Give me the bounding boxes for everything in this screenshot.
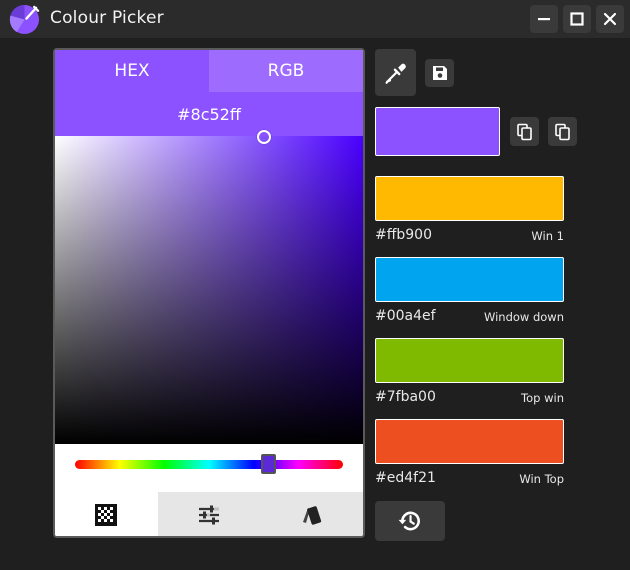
saved-colour-name: Window down bbox=[483, 310, 564, 324]
copy-icon bbox=[554, 123, 570, 140]
title-bar: Colour Picker bbox=[0, 0, 630, 38]
saturation-value-area[interactable] bbox=[55, 130, 363, 444]
eyedropper-button[interactable] bbox=[375, 49, 416, 96]
saved-colour-hex: #00a4ef bbox=[375, 308, 436, 324]
tab-gradient-picker[interactable] bbox=[55, 492, 158, 536]
history-icon bbox=[398, 511, 420, 531]
saved-colour-name: Win Top bbox=[519, 472, 564, 486]
maximize-icon bbox=[570, 12, 584, 26]
app-logo-icon bbox=[9, 4, 40, 35]
tab-swatches[interactable] bbox=[260, 492, 363, 536]
save-icon bbox=[432, 66, 447, 80]
swatches-icon bbox=[302, 506, 321, 525]
hue-slider-zone bbox=[55, 444, 363, 492]
minimize-icon bbox=[538, 18, 550, 21]
saved-colour-hex: #ffb900 bbox=[375, 227, 432, 243]
mode-tabs bbox=[55, 492, 363, 536]
history-button[interactable] bbox=[375, 501, 445, 541]
saved-colour-hex: #7fba00 bbox=[375, 389, 436, 405]
eyedropper-icon bbox=[384, 63, 406, 84]
tab-rgb[interactable]: RGB bbox=[209, 50, 363, 92]
sliders-icon bbox=[199, 505, 219, 525]
close-icon bbox=[603, 12, 617, 26]
save-button[interactable] bbox=[425, 59, 454, 87]
current-colour-swatch bbox=[375, 107, 500, 156]
saved-colour-swatch-2[interactable] bbox=[375, 257, 564, 302]
copy-hex-button[interactable] bbox=[510, 117, 539, 146]
close-button[interactable] bbox=[596, 5, 624, 33]
saturation-value-handle[interactable] bbox=[257, 130, 271, 144]
app-title: Colour Picker bbox=[50, 8, 164, 28]
hex-value-field[interactable]: #8c52ff bbox=[55, 92, 363, 136]
saved-colour-name: Win 1 bbox=[531, 229, 564, 243]
saved-colour-hex: #ed4f21 bbox=[375, 470, 436, 486]
minimize-button[interactable] bbox=[530, 5, 558, 33]
tab-hex[interactable]: HEX bbox=[55, 50, 209, 92]
checkerboard-icon bbox=[95, 504, 118, 526]
saved-colour-swatch-4[interactable] bbox=[375, 419, 564, 464]
hue-slider-thumb[interactable] bbox=[261, 454, 276, 474]
copy-icon bbox=[516, 123, 532, 140]
format-tabs: HEX RGB bbox=[55, 50, 363, 92]
colour-picker-panel: HEX RGB #8c52ff bbox=[53, 48, 365, 538]
tab-sliders[interactable] bbox=[157, 492, 261, 536]
copy-rgb-button[interactable] bbox=[548, 117, 577, 146]
saved-colour-swatch-3[interactable] bbox=[375, 338, 564, 383]
hue-slider-track[interactable] bbox=[75, 460, 343, 469]
maximize-button[interactable] bbox=[563, 5, 591, 33]
saved-colour-name: Top win bbox=[521, 391, 564, 405]
saved-colour-swatch-1[interactable] bbox=[375, 176, 564, 221]
